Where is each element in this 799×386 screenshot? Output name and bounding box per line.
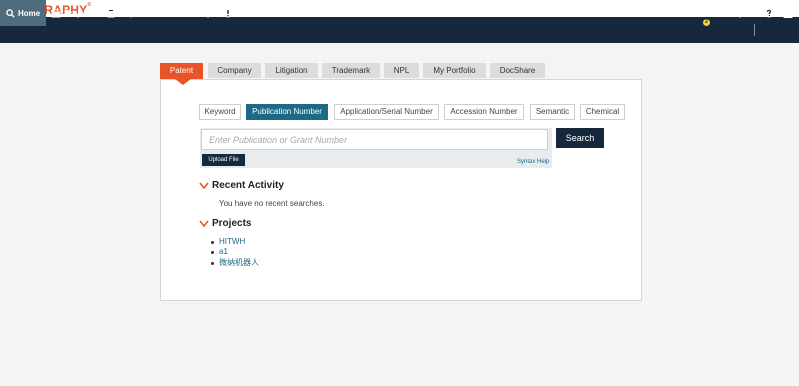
chevron-down-icon [199, 182, 209, 189]
search-type-application-serial-number[interactable]: Application/Serial Number [334, 104, 439, 120]
nav-history[interactable]: History [716, 0, 744, 26]
chevron-down-icon [199, 220, 209, 227]
publication-number-input[interactable] [201, 129, 548, 150]
tab-patent[interactable]: Patent [160, 63, 203, 79]
nav-divider [754, 24, 755, 36]
project-link-a1[interactable]: a1 [210, 247, 259, 257]
nav-projects[interactable]: Projects [51, 0, 96, 26]
alert-icon [223, 8, 233, 18]
nav-home[interactable]: Home [0, 0, 46, 26]
projects-header[interactable]: Projects [199, 218, 251, 229]
search-type-accession-number[interactable]: Accession Number [444, 104, 524, 120]
projects-title: Projects [212, 218, 252, 229]
nav-jobs-label: Jobs [684, 8, 703, 18]
nav-home-label: Home [18, 8, 41, 18]
upload-file-button[interactable]: Upload File [202, 154, 245, 166]
search-type-chemical[interactable]: Chemical [580, 104, 625, 120]
user-menu-button[interactable] [783, 0, 796, 26]
help-icon [764, 8, 774, 18]
tab-npl[interactable]: NPL [384, 63, 419, 78]
project-list: HITWH a1 微纳机器人 [210, 237, 259, 268]
briefcase-icon [51, 8, 61, 17]
user-icon [783, 8, 793, 18]
nav-alerts[interactable]: Alerts [223, 0, 259, 26]
recent-activity-header[interactable]: Recent Activity [199, 180, 284, 191]
recent-activity-empty-text: You have no recent searches. [219, 199, 325, 208]
tab-company[interactable]: Company [208, 63, 261, 78]
tab-litigation[interactable]: Litigation [265, 63, 318, 78]
project-link-micro-robot[interactable]: 微纳机器人 [210, 258, 259, 268]
nav-patentiq-label: PatentIQ [177, 8, 210, 18]
search-type-publication-number[interactable]: Publication Number [246, 104, 328, 120]
nav-projects-label: Projects [64, 8, 96, 18]
lightbulb-icon [167, 8, 174, 17]
tab-trademark[interactable]: Trademark [322, 63, 380, 78]
tab-my-portfolio[interactable]: My Portfolio [423, 63, 486, 78]
book-icon [107, 8, 115, 18]
search-button[interactable]: Search [556, 128, 604, 148]
recent-activity-title: Recent Activity [212, 180, 284, 191]
active-tab-pointer [175, 79, 191, 85]
help-button[interactable] [764, 0, 777, 26]
nav-playbooks-label: Playbooks [118, 8, 159, 18]
nav-history-label: History [716, 8, 744, 18]
project-link-hitwh[interactable]: HITWH [210, 237, 259, 247]
tab-docshare[interactable]: DocShare [490, 63, 545, 78]
nav-playbooks[interactable]: Playbooks [107, 0, 158, 26]
syntax-help-link[interactable]: Syntax Help [517, 159, 549, 165]
search-icon [6, 8, 15, 18]
search-type-keyword[interactable]: Keyword [199, 104, 241, 120]
nav-jobs[interactable]: Jobs [684, 0, 703, 26]
jobs-count-badge: 2 [703, 19, 710, 26]
search-type-semantic[interactable]: Semantic [530, 104, 575, 120]
nav-patentiq[interactable]: PatentIQ [167, 0, 210, 26]
nav-alerts-label: Alerts [236, 8, 259, 18]
